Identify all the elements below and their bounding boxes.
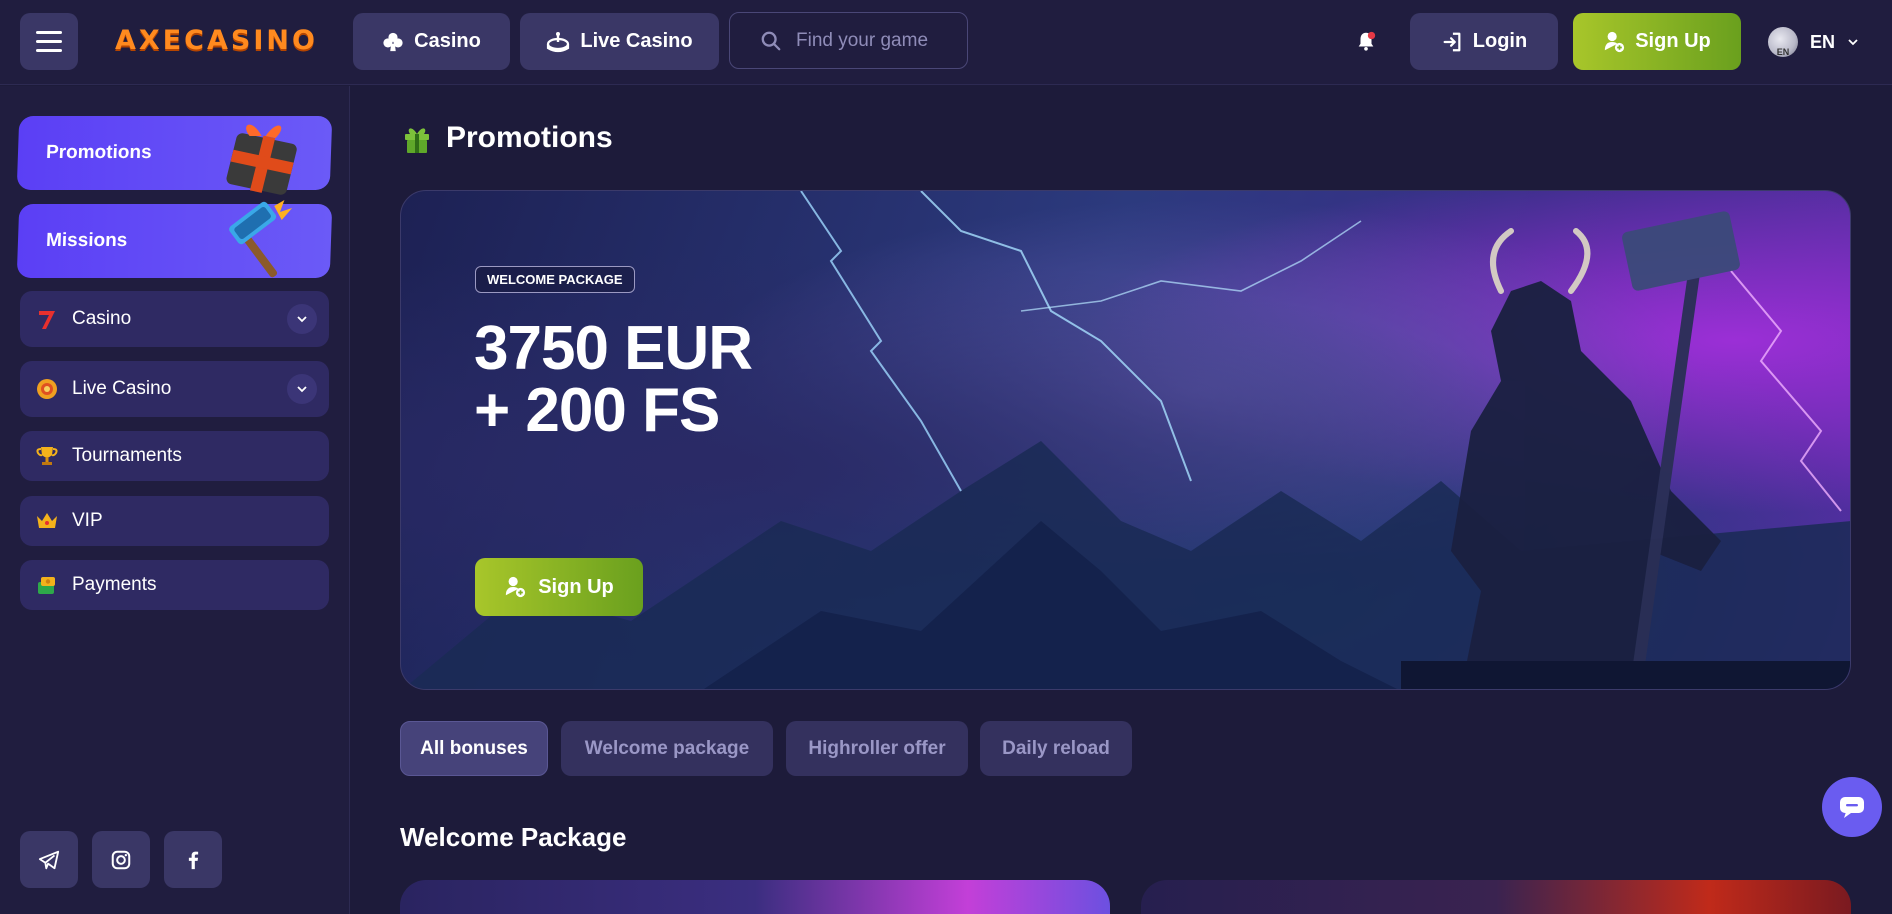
hammer-icon: [229, 200, 293, 278]
instagram-icon: [111, 850, 131, 869]
language-flag-icon: EN: [1768, 27, 1798, 57]
filter-tab-highroller-offer[interactable]: Highroller offer: [786, 721, 968, 776]
seven-icon: [34, 306, 60, 332]
hero-signup-button[interactable]: Sign Up: [475, 558, 643, 616]
chat-icon: [1840, 797, 1864, 818]
hero-signup-label: Sign Up: [538, 575, 614, 598]
sidebar-item-payments[interactable]: Payments: [20, 560, 329, 610]
sidebar-item-tournaments[interactable]: Tournaments: [20, 431, 329, 481]
sidebar-item-missions[interactable]: Missions: [16, 200, 333, 278]
page-title: Promotions: [446, 121, 613, 154]
filter-tab-daily-reload[interactable]: Daily reload: [980, 721, 1132, 776]
search-input[interactable]: Find your game: [729, 12, 968, 69]
telegram-icon: [38, 850, 60, 869]
roulette-icon: [547, 31, 570, 52]
sidebar-item-vip[interactable]: VIP: [20, 496, 329, 546]
nav-live-casino-label: Live Casino: [580, 30, 693, 52]
chat-support-button[interactable]: [1822, 777, 1882, 837]
login-label: Login: [1472, 30, 1528, 52]
add-user-icon: [1605, 31, 1625, 52]
section-title: Welcome Package: [400, 822, 627, 852]
site-logo[interactable]: AXECASINO: [115, 22, 318, 58]
chip-icon: [34, 376, 60, 402]
hamburger-line: [36, 31, 62, 34]
chevron-down-icon: [1848, 39, 1858, 46]
sidebar-item-label: Tournaments: [72, 445, 182, 466]
coins-icon: [34, 572, 60, 598]
sidebar-item-label: Promotions: [45, 142, 152, 163]
sidebar-item-live-casino[interactable]: Live Casino: [20, 361, 329, 417]
nav-casino-button[interactable]: Casino: [353, 13, 510, 70]
trophy-icon: [34, 443, 60, 469]
telegram-button[interactable]: [20, 831, 78, 888]
login-button[interactable]: Login: [1410, 13, 1558, 70]
language-selector[interactable]: EN EN: [1768, 22, 1859, 62]
notification-bell-icon[interactable]: [1355, 30, 1377, 52]
filter-tab-all-bonuses[interactable]: All bonuses: [400, 721, 548, 776]
search-placeholder: Find your game: [796, 29, 929, 51]
hamburger-line: [36, 49, 62, 52]
instagram-button[interactable]: [92, 831, 150, 888]
signup-label: Sign Up: [1635, 30, 1711, 52]
sidebar-item-label: Payments: [72, 574, 157, 595]
flag-caption: EN: [1776, 47, 1790, 57]
hero-free-spins: + 200 FS: [474, 376, 720, 445]
nav-casino-label: Casino: [414, 30, 481, 52]
sidebar-item-label: Missions: [45, 230, 128, 251]
chevron-down-icon[interactable]: [287, 374, 317, 404]
nav-live-casino-button[interactable]: Live Casino: [520, 13, 719, 70]
crown-icon: [34, 508, 60, 534]
login-icon: [1443, 32, 1461, 51]
sidebar-item-label: Live Casino: [72, 378, 172, 399]
search-icon: [761, 31, 781, 50]
filter-tab-welcome-package[interactable]: Welcome package: [561, 721, 773, 776]
promo-card[interactable]: [1141, 880, 1851, 914]
sidebar-item-casino[interactable]: Casino: [20, 291, 329, 347]
club-icon: [383, 32, 403, 51]
sidebar-item-promotions[interactable]: Promotions: [16, 116, 333, 195]
facebook-icon: [188, 851, 199, 869]
promo-card[interactable]: [400, 880, 1110, 914]
welcome-package-badge: WELCOME PACKAGE: [475, 266, 635, 293]
facebook-button[interactable]: [164, 831, 222, 888]
gift-box-icon: [226, 124, 297, 195]
hamburger-line: [36, 40, 62, 43]
language-code: EN: [1810, 31, 1836, 52]
sidebar: Promotions Missions Casino Live Casino T…: [0, 86, 350, 914]
top-header: AXECASINO Casino Live Casino Find your g…: [0, 0, 1892, 85]
gift-icon: [405, 128, 429, 153]
hero-bonus-amount: 3750 EUR: [474, 314, 753, 383]
sidebar-item-label: Casino: [72, 308, 132, 329]
chevron-down-icon[interactable]: [287, 304, 317, 334]
menu-button[interactable]: [20, 13, 78, 70]
signup-button[interactable]: Sign Up: [1573, 13, 1741, 70]
sidebar-item-label: VIP: [72, 510, 103, 531]
add-user-icon: [506, 576, 526, 598]
